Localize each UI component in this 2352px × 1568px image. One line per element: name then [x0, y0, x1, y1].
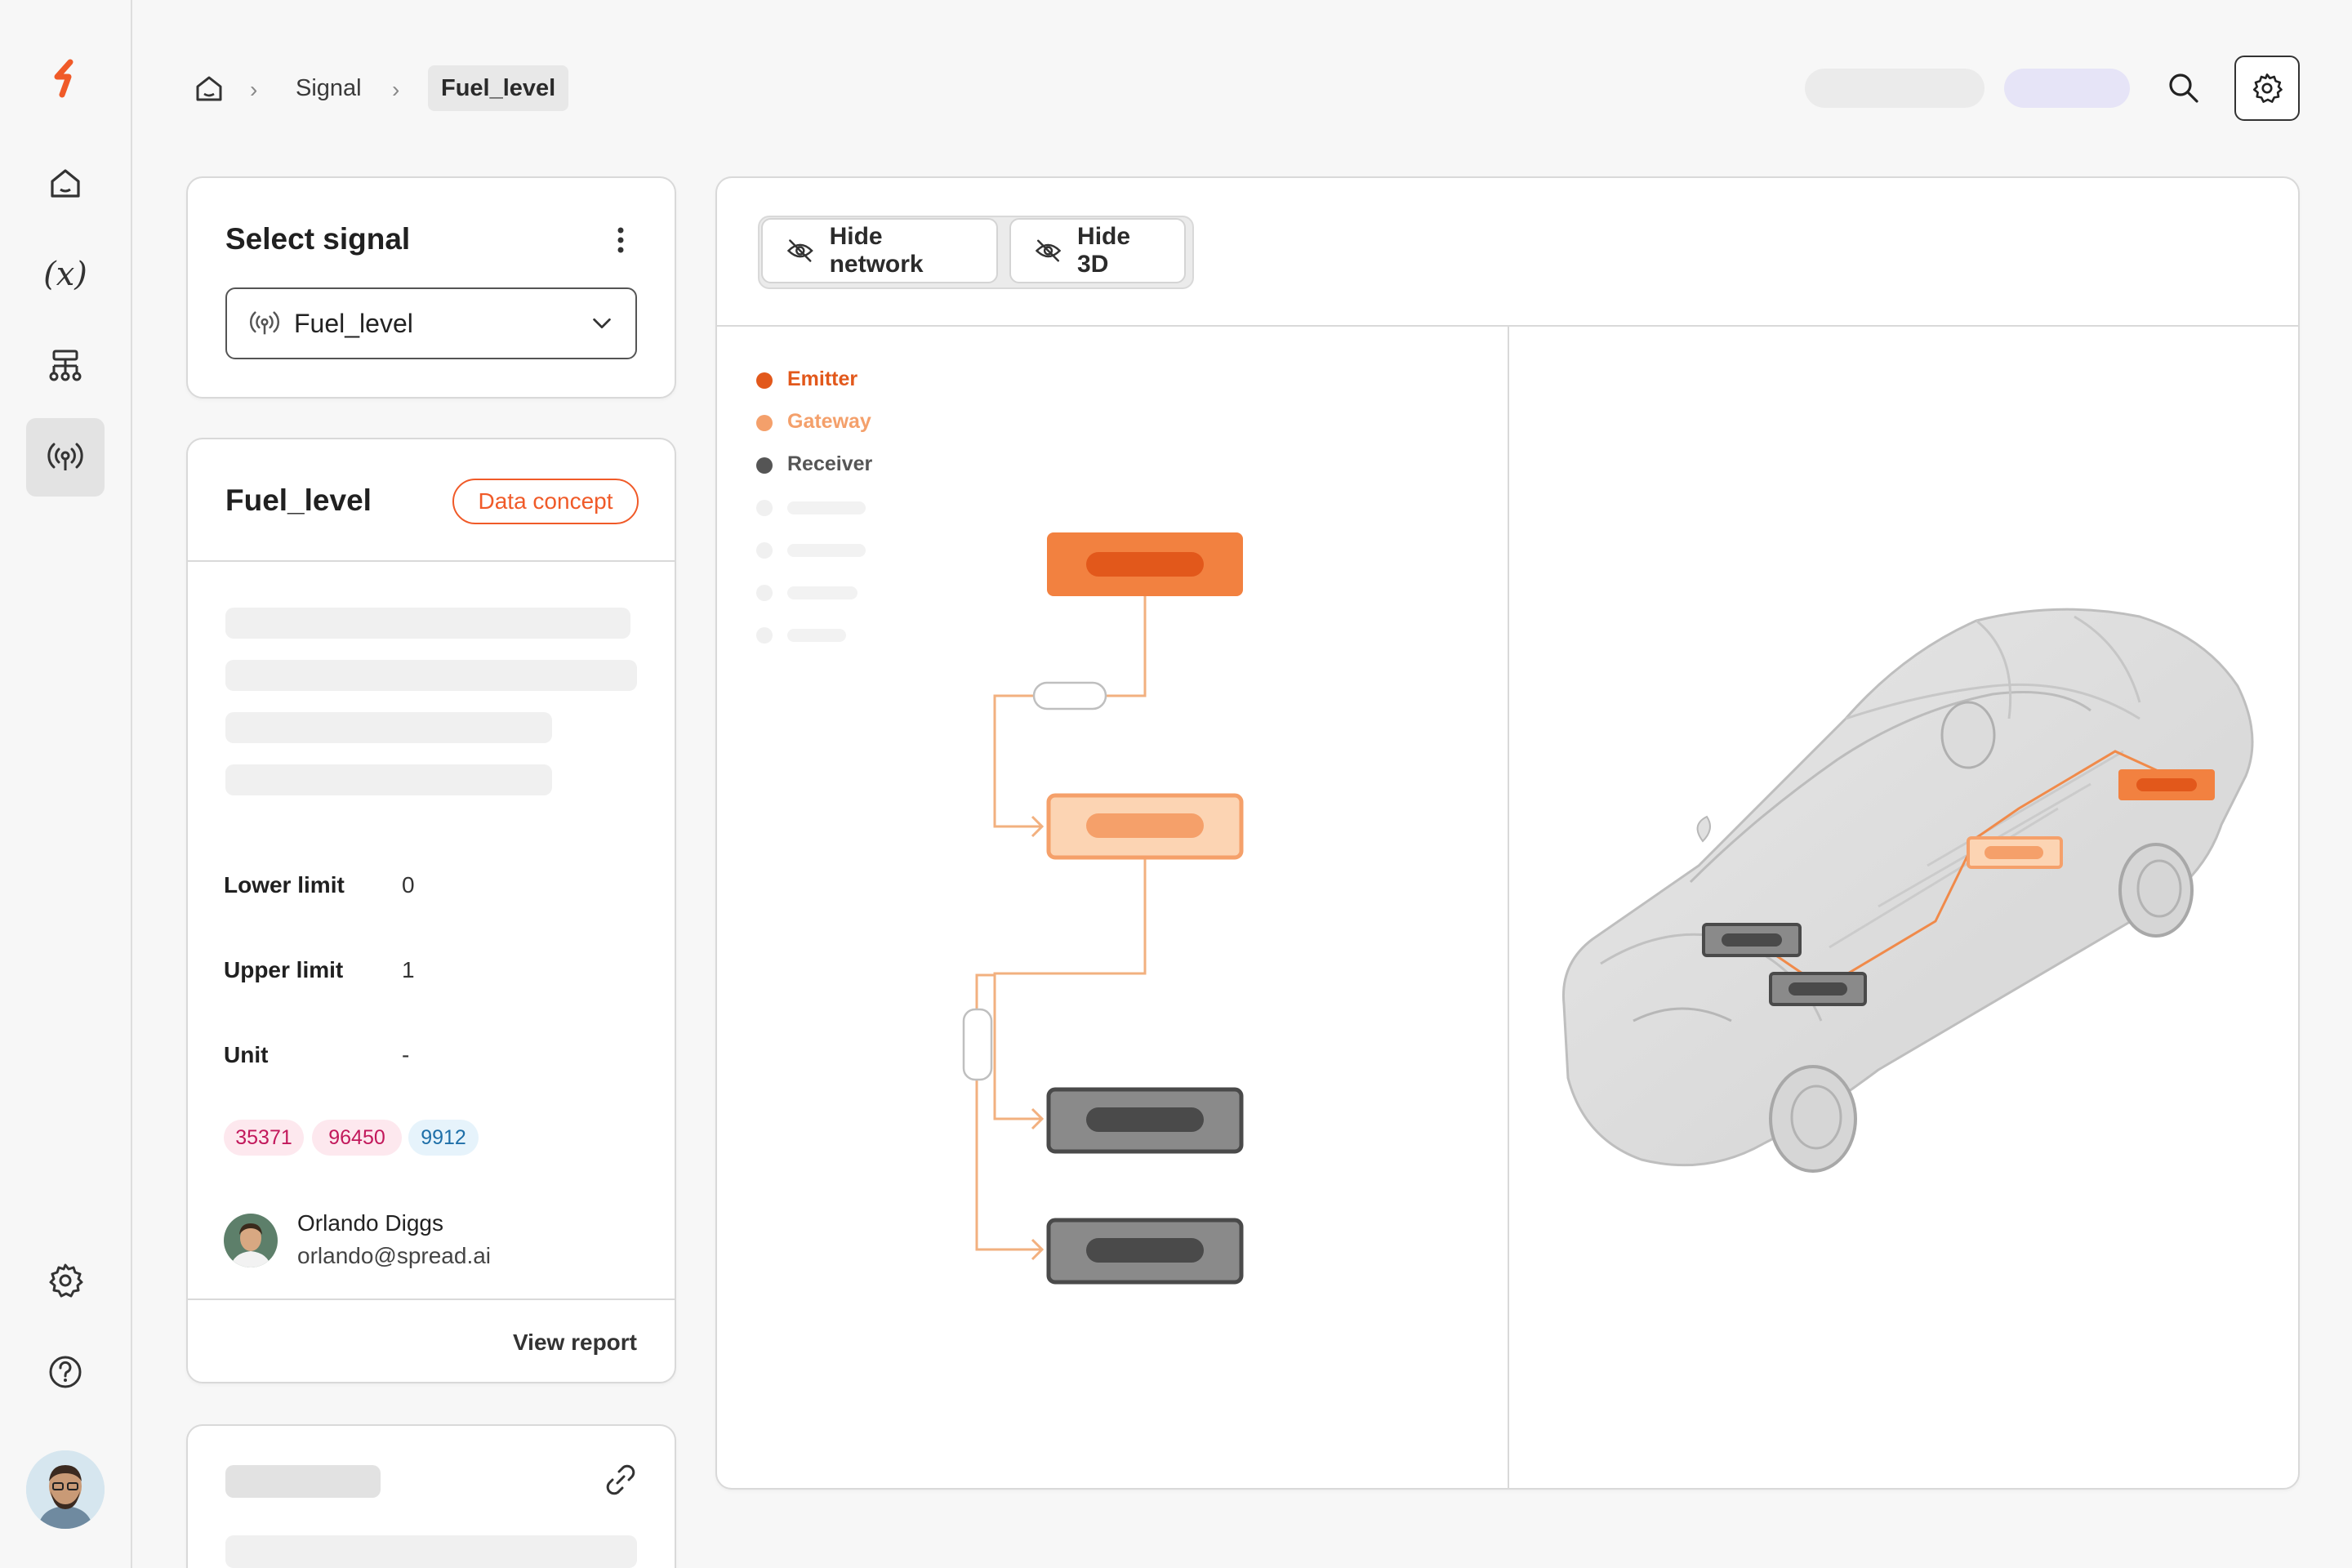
gear-icon [2252, 74, 2283, 103]
legend-placeholder [787, 629, 846, 642]
chevron-down-icon [593, 318, 611, 329]
legend-placeholder-dot [756, 627, 773, 644]
nav-signals[interactable] [26, 418, 105, 497]
variable-icon: (x) [43, 256, 87, 293]
logo-icon[interactable] [26, 39, 105, 118]
content-placeholder [225, 1535, 637, 1568]
receiver-dot [756, 457, 773, 474]
breadcrumb-current: Fuel_level [428, 65, 569, 111]
tag-badge: 9912 [408, 1120, 479, 1156]
gear-icon [49, 1263, 83, 1298]
unit-label: Unit [224, 1042, 269, 1067]
signal-select-value: Fuel_level [294, 308, 413, 338]
gateway-dot [756, 415, 773, 431]
connector-node[interactable] [962, 1008, 993, 1081]
emitter-dot [756, 372, 773, 389]
search-icon [2169, 74, 2198, 103]
help-icon [49, 1356, 82, 1388]
upper-limit-label: Upper limit [224, 957, 344, 982]
header-placeholder [1805, 69, 1984, 108]
nav-help[interactable] [26, 1333, 105, 1411]
owner-name: Orlando Diggs [297, 1210, 443, 1236]
car-receiver-module[interactable] [1702, 923, 1802, 957]
gateway-node[interactable] [1046, 793, 1244, 860]
divider [188, 1298, 675, 1300]
car-gateway-module[interactable] [1967, 836, 2063, 869]
car-receiver-module[interactable] [1769, 972, 1867, 1006]
car-wheel [1769, 1065, 1857, 1173]
signal-select[interactable]: Fuel_level [225, 287, 637, 359]
data-concept-badge: Data concept [452, 479, 639, 524]
hide-3d-label: Hide 3D [1077, 223, 1131, 278]
car-3d-view[interactable] [1544, 588, 2278, 1192]
hide-network-button[interactable]: Hide network [761, 218, 998, 283]
nav-variables[interactable]: (x) [26, 235, 105, 314]
legend-emitter: Emitter [787, 368, 858, 390]
lower-limit-label: Lower limit [224, 872, 345, 898]
select-signal-card: Select signal Fuel_level [186, 176, 676, 399]
lower-limit-value: 0 [402, 872, 415, 898]
more-options-button[interactable] [608, 224, 634, 256]
nav-network[interactable] [26, 327, 105, 405]
connector-node[interactable] [1032, 681, 1107, 710]
related-card [186, 1424, 676, 1568]
car-wheel [2118, 843, 2194, 938]
user-avatar[interactable] [26, 1450, 105, 1529]
hide-3d-button[interactable]: Hide 3D [1009, 218, 1186, 283]
legend-placeholder [787, 586, 858, 599]
chevron-right-icon: › [392, 77, 400, 102]
eye-off-icon [1035, 239, 1062, 262]
content-placeholder [225, 608, 630, 639]
unit-value: - [402, 1042, 410, 1067]
upper-limit-value: 1 [402, 957, 415, 982]
signal-detail-title: Fuel_level [225, 483, 372, 517]
header-placeholder [2004, 69, 2130, 108]
link-icon [606, 1464, 635, 1495]
nav-home[interactable] [26, 144, 105, 222]
network-tree-icon [49, 350, 82, 381]
content-placeholder [225, 712, 552, 743]
divider [188, 560, 675, 562]
copy-link-button[interactable] [603, 1462, 639, 1498]
legend-gateway: Gateway [787, 410, 871, 433]
more-vertical-icon [617, 227, 624, 253]
receiver-node[interactable] [1046, 1087, 1244, 1154]
home-icon [196, 76, 222, 101]
eye-off-icon [786, 239, 813, 262]
tag-badge: 96450 [312, 1120, 402, 1156]
owner-email[interactable]: orlando@spread.ai [297, 1243, 491, 1269]
title-placeholder [225, 1465, 381, 1498]
legend-placeholder-dot [756, 500, 773, 516]
content-placeholder [225, 660, 637, 691]
owner-avatar [224, 1214, 278, 1267]
legend-placeholder-dot [756, 542, 773, 559]
receiver-node[interactable] [1046, 1218, 1244, 1285]
legend-receiver: Receiver [787, 452, 873, 475]
network-diagram [962, 532, 1244, 1285]
sidebar: (x) [0, 0, 132, 1568]
settings-button[interactable] [2234, 56, 2300, 121]
legend-placeholder-dot [756, 585, 773, 601]
legend-placeholder [787, 544, 866, 557]
search-button[interactable] [2164, 69, 2203, 108]
nav-settings[interactable] [26, 1241, 105, 1320]
hide-network-label: Hide network [829, 223, 924, 278]
car-wheel [1940, 701, 1996, 769]
breadcrumb-signal[interactable]: Signal [296, 65, 362, 111]
signal-broadcast-icon [249, 311, 280, 335]
tag-badge: 35371 [224, 1120, 304, 1156]
chevron-right-icon: › [250, 77, 258, 102]
legend-placeholder [787, 501, 866, 514]
home-icon [51, 169, 80, 198]
breadcrumb-home[interactable] [191, 70, 227, 106]
signal-broadcast-icon [47, 443, 83, 470]
emitter-node[interactable] [1047, 532, 1243, 596]
content-placeholder [225, 764, 552, 795]
select-signal-title: Select signal [225, 222, 411, 256]
panel-divider [1508, 327, 1509, 1488]
view-report-link[interactable]: View report [513, 1330, 637, 1356]
car-emitter-module[interactable] [2118, 769, 2215, 800]
